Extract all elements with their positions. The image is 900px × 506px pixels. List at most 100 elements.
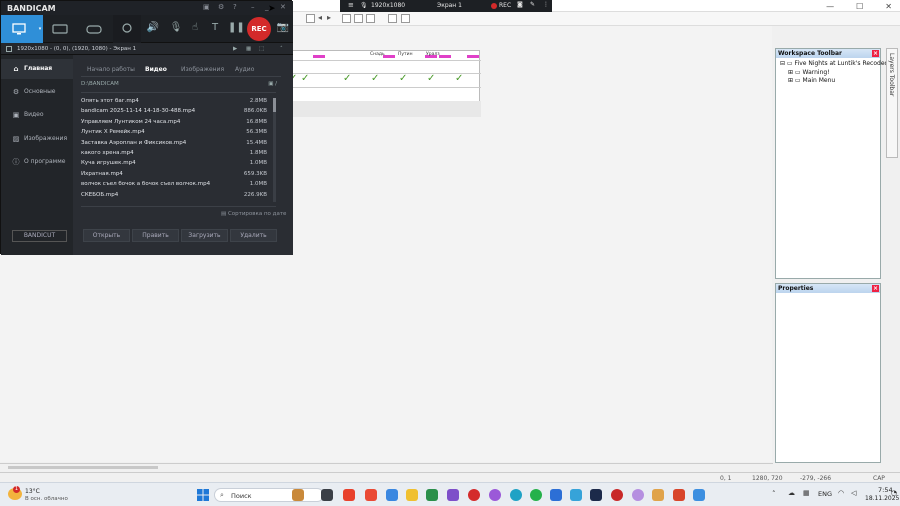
whatsapp-icon[interactable] [530,489,542,501]
app-icon[interactable] [693,489,705,501]
chrome-icon[interactable] [365,489,377,501]
pencil-icon[interactable]: ✎ [530,1,535,8]
minimize-icon[interactable]: — [826,2,834,11]
game-mode-button[interactable] [79,15,109,43]
file-row[interactable]: Заставка Аэроплан и Фиксиков.mp4 15.4MB [81,138,267,148]
file-row[interactable]: Куча игрушек.mp4 1.0MB [81,158,267,168]
maximize-icon[interactable]: ☐ [856,2,863,11]
file-explorer-icon[interactable] [406,489,418,501]
open-button[interactable]: Открыть [83,229,130,242]
cursor-icon[interactable]: ☝ [188,21,202,35]
video-icon[interactable]: ▶ [233,43,237,55]
yandex-icon[interactable] [343,489,355,501]
camera-icon[interactable]: ◙ [517,1,523,8]
tree-item-warning[interactable]: ⊞ ▭ Warning! [788,69,830,76]
chevron-up-icon[interactable]: ˄ [280,43,283,55]
opera-icon[interactable] [468,489,480,501]
menu-icon[interactable]: ≡ [348,1,354,9]
area-icon[interactable]: ⬚ [259,43,264,55]
tool-button[interactable] [354,14,363,23]
notifications-icon[interactable]: ◔ [891,489,897,497]
delete-button[interactable]: Удалить [230,229,277,242]
language-indicator[interactable]: ENG [818,490,832,498]
edit-button[interactable]: Править [132,229,179,242]
file-list-scrollbar[interactable] [273,98,276,202]
upload-button[interactable]: Загрузить [181,229,228,242]
arrow-right-icon[interactable]: ▸ [327,13,331,22]
chevron-up-icon[interactable]: ˄ [772,490,776,498]
more-icon[interactable]: ⋮ [543,1,549,8]
file-row[interactable]: какого хрена.mp4 1.8MB [81,148,267,158]
camera-icon[interactable]: 📷 [276,21,290,35]
grid-icon[interactable]: ▦ [246,43,251,55]
app-icon[interactable] [426,489,438,501]
sidebar-item-video[interactable]: ▣ Видео [1,105,73,125]
file-row[interactable]: Ихратная.mp4 659.3KB [81,169,267,179]
dropdown-button[interactable] [306,14,315,23]
horizontal-scrollbar[interactable] [0,463,773,471]
app-icon[interactable] [550,489,562,501]
minimize-icon[interactable]: – [251,3,255,11]
device-mode-button[interactable] [45,15,75,43]
rec-label[interactable]: REC [499,2,511,9]
windows-start-icon[interactable] [197,489,209,501]
file-row[interactable]: Опять этот баг.mp4 2.8MB [81,96,267,106]
folder-icon[interactable]: ▣ [203,3,210,11]
app-icon[interactable] [652,489,664,501]
file-row[interactable]: волчок съел бочок а бочок съел волчок.mp… [81,179,267,189]
telegram-icon[interactable] [570,489,582,501]
sidebar-item-home[interactable]: ⌂ Главная [1,59,73,79]
tree-item-project[interactable]: ⊟ ▭ Five Nights at Luntik's Recoded * [780,60,893,67]
text-icon[interactable]: T [208,21,222,35]
tab-images[interactable]: Изображения [181,66,224,73]
webcam-button[interactable] [113,15,141,43]
screen-mode-button[interactable] [1,15,37,43]
scroll-thumb[interactable] [8,466,158,469]
file-row[interactable]: Управляем Лунтиком 24 часа.mp4 16.8MB [81,117,267,127]
tab-getting-started[interactable]: Начало работы [87,66,135,73]
widget-icon[interactable] [292,489,304,501]
scroll-thumb[interactable] [273,98,276,112]
settings-icon[interactable]: ⚙ [218,3,224,11]
pause-icon[interactable]: ❚❚ [228,21,245,35]
app-icon[interactable] [632,489,644,501]
app-icon[interactable] [386,489,398,501]
speaker-icon[interactable]: 🔊 [146,21,160,35]
wifi-icon[interactable]: ◠ [838,489,844,497]
close-icon[interactable]: × [872,50,879,57]
sidebar-item-general[interactable]: ⚙ Основные [1,82,73,102]
help-icon[interactable]: ? [233,3,237,11]
microphone-icon[interactable]: 🎙 [169,21,183,35]
sidebar-item-about[interactable]: ⓘ О программе [1,152,73,172]
cloud-icon[interactable]: ☁ [788,489,795,497]
tool-button[interactable] [366,14,375,23]
rec-button[interactable]: REC [247,17,271,41]
chevron-down-icon[interactable]: ▾ [37,15,43,43]
tool-button[interactable] [388,14,397,23]
task-view-icon[interactable] [321,489,333,501]
close-icon[interactable]: × [872,285,879,292]
sidebar-item-images[interactable]: ▨ Изображения [1,129,73,149]
close-icon[interactable]: ✕ [885,2,892,11]
bandicut-button[interactable]: BANDICUT [12,230,67,242]
file-row[interactable]: СКЕБОБ.mp4 226.9KB [81,190,267,200]
close-icon[interactable]: ✕ [280,3,286,11]
tool-button[interactable] [401,14,410,23]
arrow-left-icon[interactable]: ◂ [318,13,322,22]
app-icon[interactable] [447,489,459,501]
folder-open-icon[interactable]: ▣ / [268,81,277,87]
event-grid[interactable]: Снадь Путин Уралз ✓ ✓ ✓ ✓ ✓ ✓ ✓ [287,50,481,117]
tool-button[interactable] [342,14,351,23]
photoshop-icon[interactable] [590,489,602,501]
file-row[interactable]: Лунтик Х Ремейк.mp4 56.3MB [81,127,267,137]
tab-video[interactable]: Видео [145,66,167,73]
tree-item-main-menu[interactable]: ⊞ ▭ Main Menu [788,77,835,84]
file-row[interactable]: bandicam 2025-11-14 14-18-30-488.mp4 886.… [81,106,267,116]
powerpoint-icon[interactable] [673,489,685,501]
network-icon[interactable]: ▦ [803,489,810,497]
app-icon[interactable] [489,489,501,501]
tab-audio[interactable]: Аудио [235,66,254,73]
bandicam-taskbar-icon[interactable] [611,489,623,501]
sort-by-date[interactable]: ▤ Сортировка по дате [221,211,286,217]
layers-toolbar-tab[interactable]: Layers Toolbar [886,48,898,158]
